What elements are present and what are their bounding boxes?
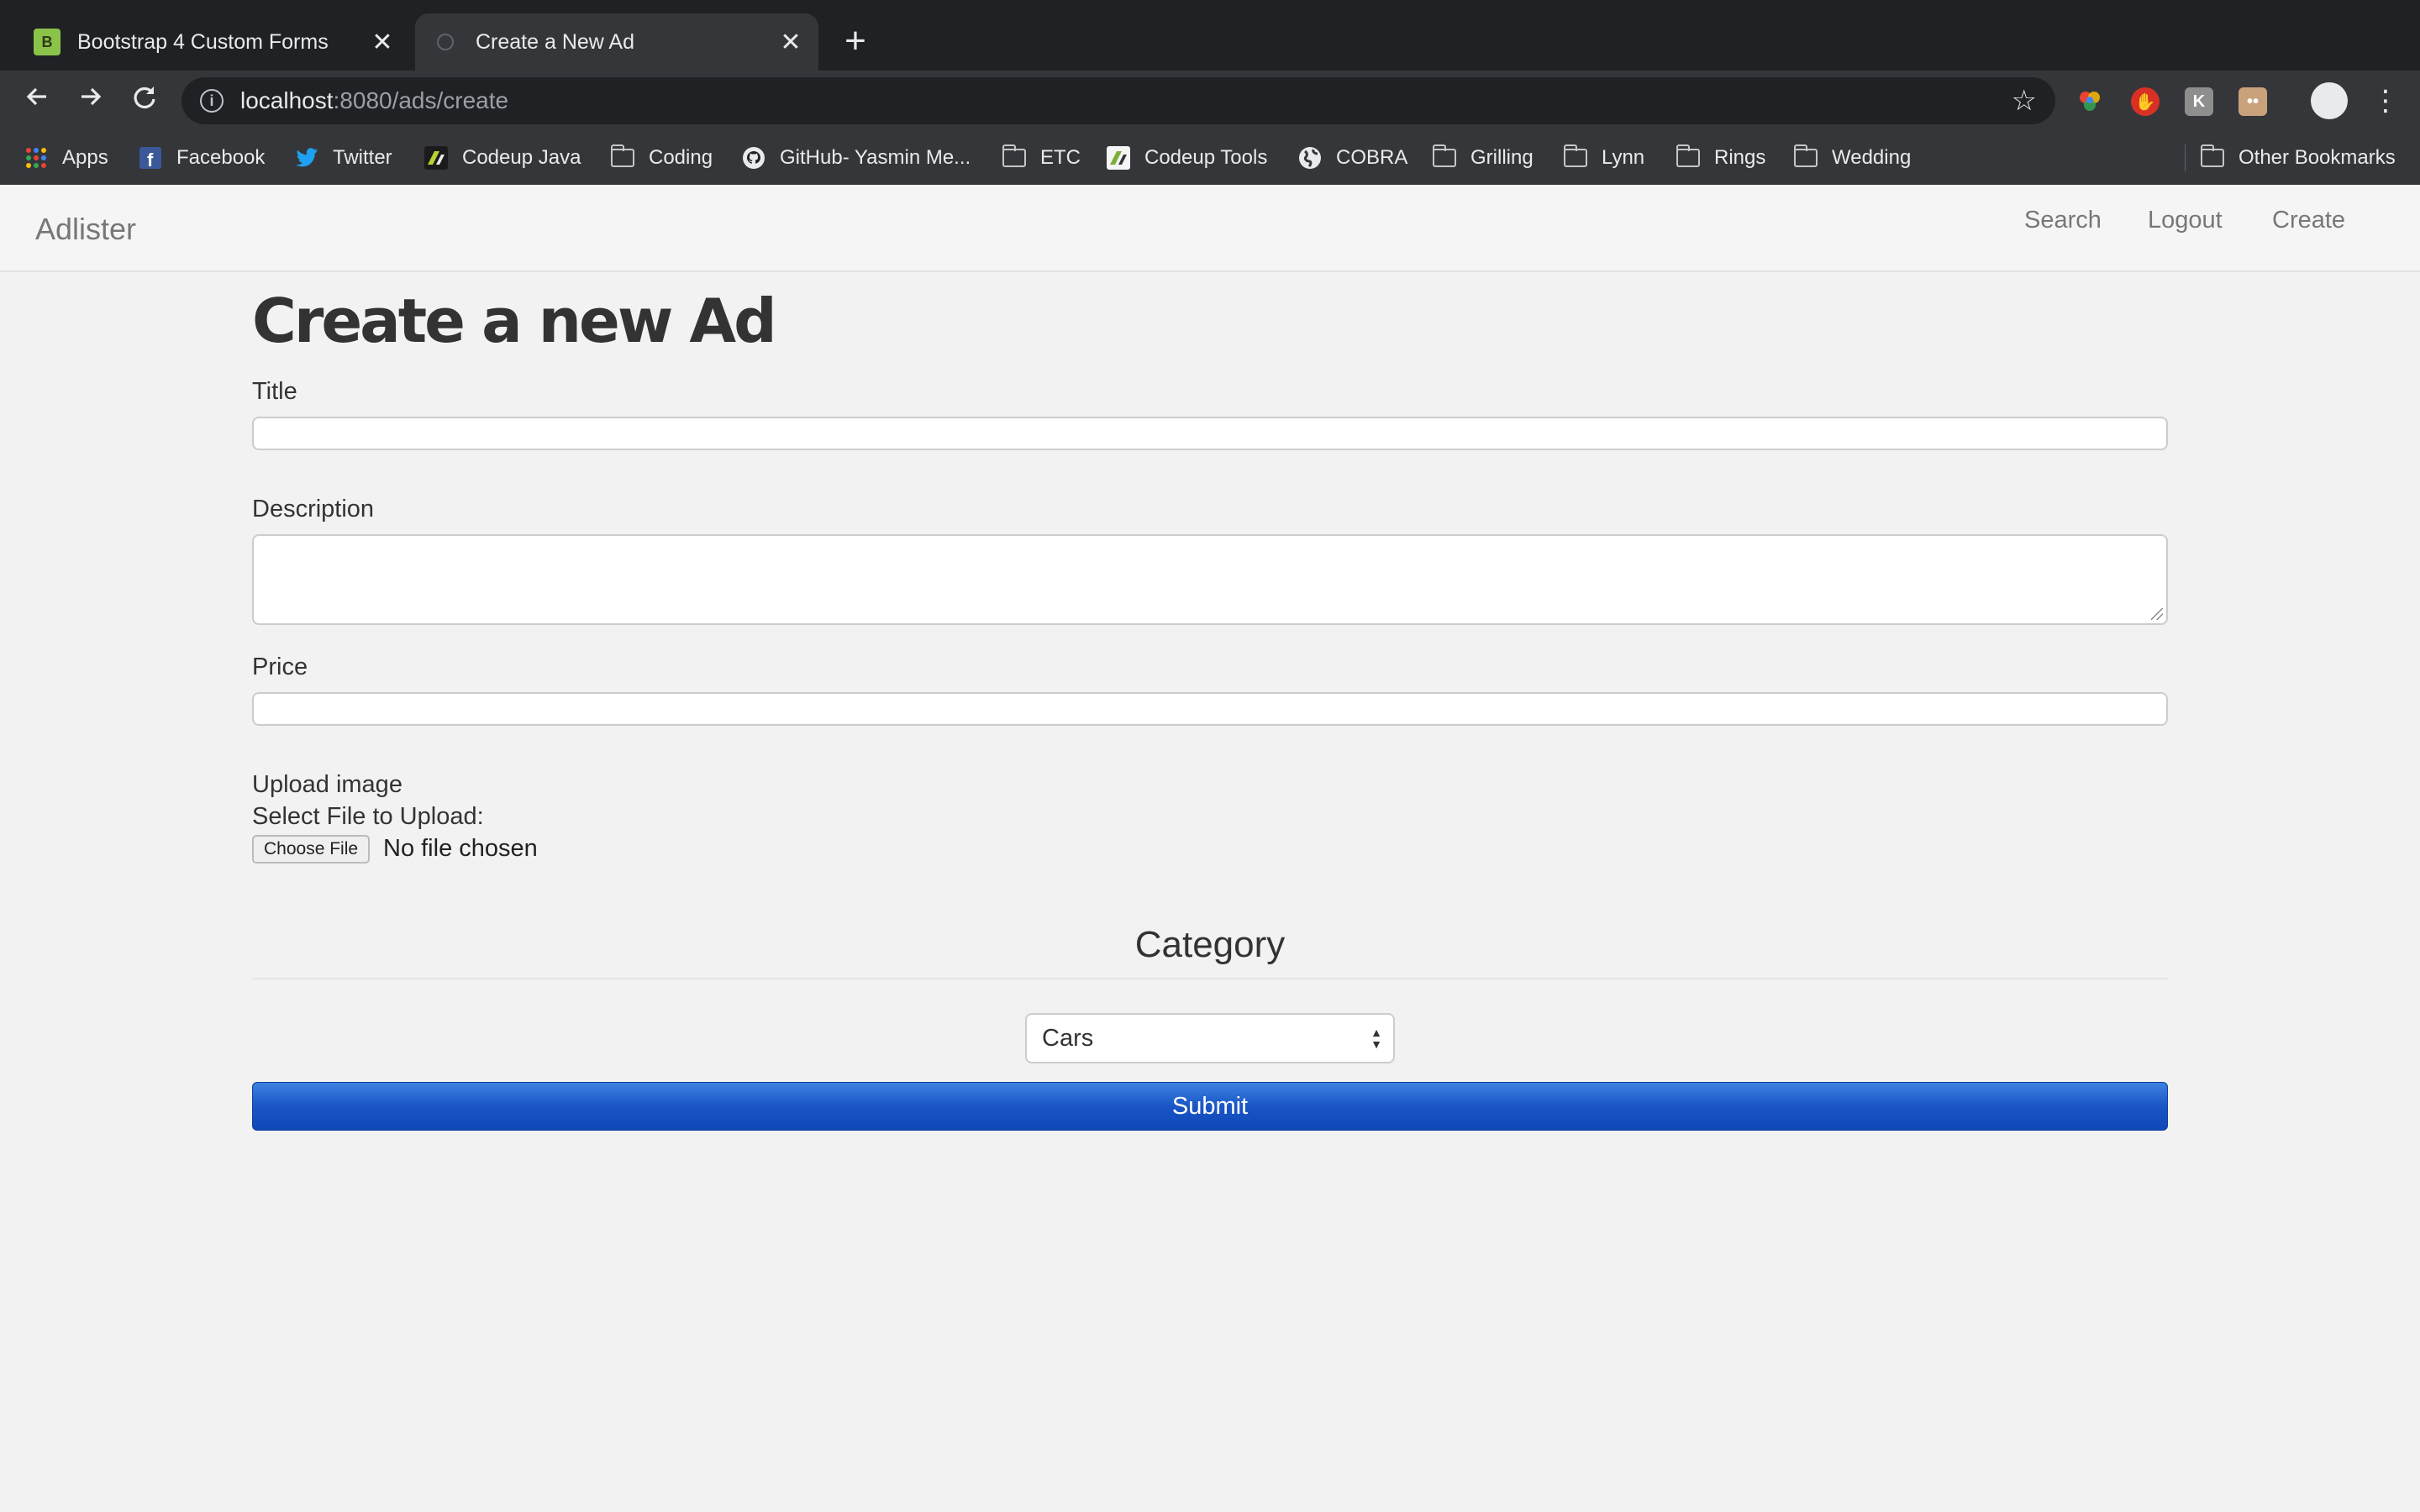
bookmark-label: Rings xyxy=(1714,146,1766,169)
resize-grip-icon[interactable] xyxy=(2151,608,2163,620)
divider xyxy=(252,978,2168,979)
bookmarks-separator xyxy=(2185,144,2186,171)
close-icon[interactable]: ✕ xyxy=(776,28,805,57)
bookmark-star-icon[interactable]: ☆ xyxy=(2012,84,2037,118)
description-textarea[interactable] xyxy=(252,534,2168,625)
tab-title: Create a New Ad xyxy=(476,29,634,54)
price-input[interactable] xyxy=(252,692,2168,726)
bootstrap-favicon-icon: B xyxy=(34,29,60,55)
title-input[interactable] xyxy=(252,417,2168,450)
browser-tab-bootstrap[interactable]: B Bootstrap 4 Custom Forms ✕ xyxy=(17,13,410,71)
site-navbar: Adlister Search Logout Create xyxy=(0,185,2420,272)
browser-tab-strip: B Bootstrap 4 Custom Forms ✕ Create a Ne… xyxy=(0,0,2420,71)
folder-icon xyxy=(1563,144,1588,169)
bookmark-codeup-java[interactable]: Codeup Java xyxy=(424,141,581,175)
bookmark-facebook[interactable]: f Facebook xyxy=(138,141,265,175)
bookmark-label: GitHub- Yasmin Me... xyxy=(780,146,971,169)
category-heading: Category xyxy=(1134,924,1286,965)
category-selected-value: Cars xyxy=(1042,1024,1094,1052)
page-title: Create a new Ad xyxy=(252,286,777,356)
extension-k-icon[interactable]: K xyxy=(2185,87,2213,116)
bookmark-label: Codeup Tools xyxy=(1144,146,1268,169)
bookmark-github[interactable]: GitHub- Yasmin Me... xyxy=(741,141,971,175)
close-icon[interactable]: ✕ xyxy=(368,28,397,57)
bookmark-folder-etc[interactable]: ETC xyxy=(1002,141,1081,175)
description-label: Description xyxy=(252,496,375,522)
select-arrows-icon: ▲ ▼ xyxy=(1370,1026,1382,1051)
folder-icon xyxy=(1432,144,1457,169)
new-tab-button[interactable]: + xyxy=(839,20,872,62)
codeup-icon xyxy=(1106,146,1131,170)
choose-file-button[interactable]: Choose File xyxy=(252,835,371,864)
file-status-text: No file chosen xyxy=(383,835,538,862)
folder-icon xyxy=(1676,144,1701,169)
bookmark-twitter[interactable]: Twitter xyxy=(294,141,392,175)
globe-icon xyxy=(1297,147,1323,169)
back-arrow-icon[interactable] xyxy=(15,79,59,123)
bookmark-label: Coding xyxy=(649,146,713,169)
bookmark-cobra[interactable]: COBRA xyxy=(1297,141,1407,175)
bookmark-label: Wedding xyxy=(1832,146,1912,169)
bookmarks-bar: Apps f Facebook Twitter Codeup Java Codi… xyxy=(0,131,2420,186)
category-select[interactable]: Cars ▲ ▼ xyxy=(1025,1013,1395,1063)
bookmark-folder-lynn[interactable]: Lynn xyxy=(1563,141,1644,175)
folder-icon xyxy=(1793,144,1818,169)
upload-image-label: Upload image xyxy=(252,771,402,798)
price-label: Price xyxy=(252,654,308,680)
submit-button[interactable]: Submit xyxy=(252,1082,2168,1131)
address-bar[interactable]: i localhost:8080/ads/create ☆ xyxy=(182,77,2055,124)
bookmark-label: Facebook xyxy=(176,146,266,169)
bookmark-folder-wedding[interactable]: Wedding xyxy=(1793,141,1911,175)
bookmark-label: Codeup Java xyxy=(462,146,581,169)
folder-icon xyxy=(610,144,635,169)
bookmark-label: Other Bookmarks xyxy=(2238,146,2396,169)
tab-title: Bootstrap 4 Custom Forms xyxy=(77,29,329,54)
profile-avatar-icon[interactable] xyxy=(2311,82,2348,119)
url-text[interactable]: localhost:8080/ads/create xyxy=(240,87,508,114)
browser-tab-create-ad[interactable]: Create a New Ad ✕ xyxy=(415,13,818,71)
bookmark-label: Grilling xyxy=(1470,146,1534,169)
browser-toolbar: i localhost:8080/ads/create ☆ ✋ K •• ⋮ xyxy=(0,71,2420,131)
apps-grid-icon xyxy=(24,147,49,169)
folder-icon xyxy=(2200,144,2225,169)
extension-avatar-icon[interactable]: •• xyxy=(2238,87,2267,116)
svg-text:f: f xyxy=(147,150,154,169)
nav-link-logout[interactable]: Logout xyxy=(2148,207,2223,234)
nav-link-create[interactable]: Create xyxy=(2272,207,2345,234)
browser-menu-icon[interactable]: ⋮ xyxy=(2371,81,2400,121)
page-favicon-icon xyxy=(432,29,459,55)
bookmark-apps[interactable]: Apps xyxy=(24,141,108,175)
twitter-icon xyxy=(294,147,319,169)
forward-arrow-icon[interactable] xyxy=(69,79,113,123)
bookmark-label: Twitter xyxy=(333,146,392,169)
bookmark-label: Lynn xyxy=(1602,146,1645,169)
nav-link-search[interactable]: Search xyxy=(2024,207,2102,234)
bookmark-folder-other[interactable]: Other Bookmarks xyxy=(2200,141,2396,175)
bookmark-label: ETC xyxy=(1040,146,1081,169)
bookmark-codeup-tools[interactable]: Codeup Tools xyxy=(1106,141,1267,175)
codeup-icon xyxy=(424,146,449,170)
github-icon xyxy=(741,147,766,169)
title-label: Title xyxy=(252,378,297,405)
folder-icon xyxy=(1002,144,1027,169)
color-picker-extension-icon[interactable] xyxy=(2075,87,2104,116)
facebook-icon: f xyxy=(138,147,163,169)
bookmark-folder-coding[interactable]: Coding xyxy=(610,141,713,175)
bookmark-label: Apps xyxy=(62,146,108,169)
site-info-icon[interactable]: i xyxy=(200,89,224,113)
page-viewport: Adlister Search Logout Create Create a n… xyxy=(0,185,2420,1512)
adblock-extension-icon[interactable]: ✋ xyxy=(2131,87,2160,116)
bookmark-folder-grilling[interactable]: Grilling xyxy=(1432,141,1534,175)
navbar-brand[interactable]: Adlister xyxy=(35,212,136,247)
reload-icon[interactable] xyxy=(123,79,166,123)
bookmark-folder-rings[interactable]: Rings xyxy=(1676,141,1765,175)
upload-prompt: Select File to Upload: xyxy=(252,803,484,830)
bookmark-label: COBRA xyxy=(1336,146,1408,169)
